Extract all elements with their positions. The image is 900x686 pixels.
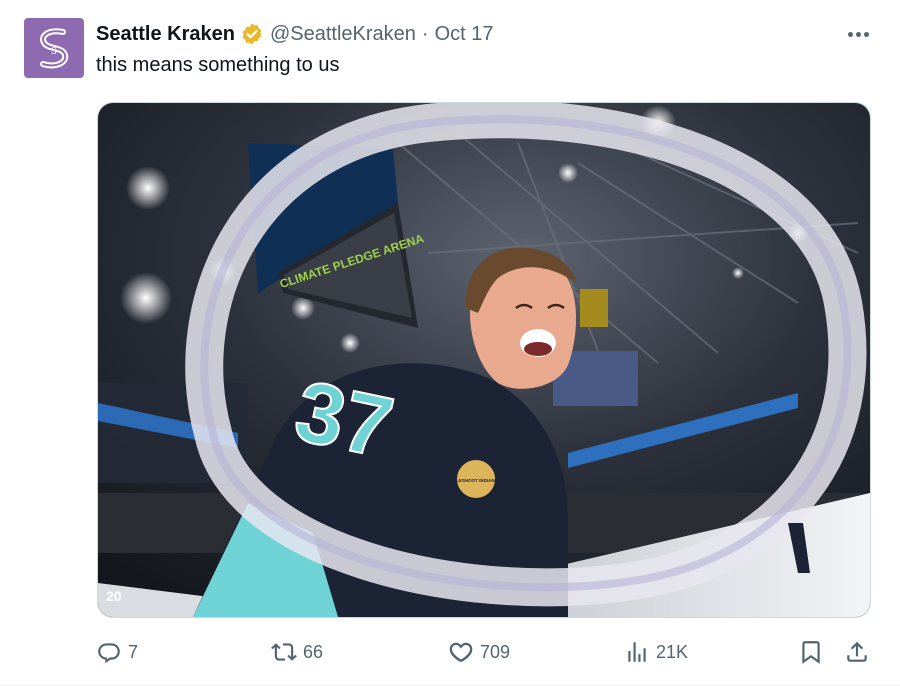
author-name[interactable]: Seattle Kraken xyxy=(96,23,235,46)
banner-flag xyxy=(580,289,608,327)
share-button[interactable] xyxy=(844,634,870,670)
more-icon[interactable] xyxy=(840,20,876,48)
verified-badge-icon[interactable] xyxy=(240,22,264,46)
like-count: 709 xyxy=(480,641,511,662)
repost-icon xyxy=(271,643,297,661)
reply-count: 7 xyxy=(128,641,139,662)
tweet-card[interactable]: S Seattle Kraken @SeattleKraken · Oct 17… xyxy=(0,0,900,686)
tweet-actions: 7 66 709 21K xyxy=(96,634,876,670)
avatar[interactable]: S xyxy=(24,18,84,78)
views-icon xyxy=(628,642,646,662)
views-button[interactable]: 21K xyxy=(624,634,688,670)
reply-icon xyxy=(98,643,120,664)
patch-text: MUCKLESHOOT INDIAN TRIBE xyxy=(443,478,510,483)
jersey-number: 37 xyxy=(287,363,401,477)
bookmark-icon xyxy=(802,641,820,664)
repost-count: 66 xyxy=(303,641,324,662)
like-icon xyxy=(449,642,473,662)
board-number: 20 xyxy=(106,588,122,604)
avatar-glyph: S xyxy=(51,46,57,57)
like-button[interactable]: 709 xyxy=(448,634,510,670)
tweet-date[interactable]: Oct 17 xyxy=(435,23,494,46)
reply-button[interactable]: 7 xyxy=(96,634,138,670)
seattle-kraken-logo-icon: S xyxy=(40,28,69,69)
tweet-header: Seattle Kraken @SeattleKraken · Oct 17 xyxy=(96,20,494,48)
author-handle[interactable]: @SeattleKraken xyxy=(270,23,416,46)
tweet-photo[interactable]: CLIMATE PLEDGE ARENA 20 37 MUCKLESHOOT I… xyxy=(97,102,871,618)
tweet-text: this means something to us xyxy=(96,54,340,76)
repost-button[interactable]: 66 xyxy=(271,634,323,670)
share-icon xyxy=(847,641,867,662)
views-count: 21K xyxy=(656,641,689,662)
bookmark-button[interactable] xyxy=(798,634,824,670)
header-separator: · xyxy=(421,22,429,45)
